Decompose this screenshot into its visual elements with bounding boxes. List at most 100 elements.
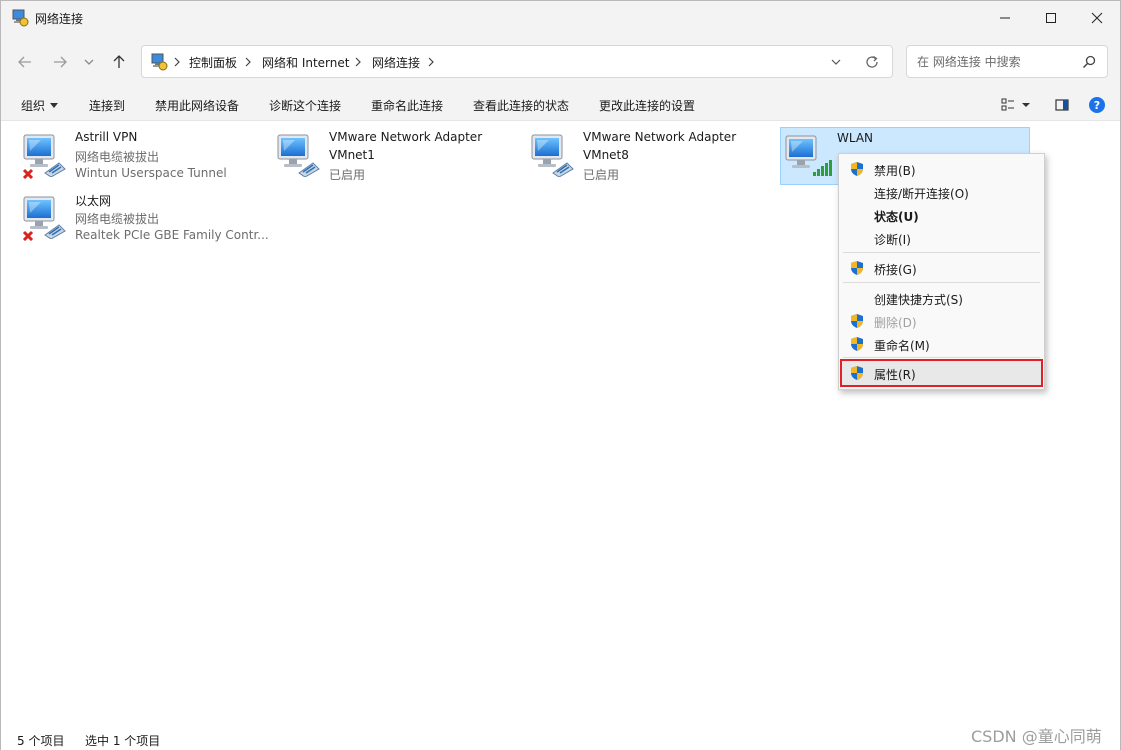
navigation-bar: 控制面板 网络和 Internet 网络连接	[1, 35, 1120, 89]
menu-item-diagnose[interactable]: 诊断(I)	[841, 227, 1042, 249]
connection-status: 网络电缆被拔出	[75, 212, 160, 226]
maximize-button[interactable]	[1028, 1, 1074, 35]
menu-item-label: 属性(R)	[874, 368, 916, 382]
minimize-button[interactable]	[982, 1, 1028, 35]
minimize-icon	[1000, 17, 1010, 19]
help-button[interactable]: ?	[1086, 95, 1108, 115]
connection-device: Realtek PCIe GBE Family Contr...	[75, 228, 269, 242]
caret-down-icon	[1022, 103, 1030, 107]
connection-name: VMware Network Adapter	[329, 130, 483, 144]
explorer-window: 网络连接 控制面板 网络和 Internet 网络连接 在 网络连接 中搜索 组…	[0, 0, 1121, 750]
menu-item-status[interactable]: 状态(U)	[841, 204, 1042, 226]
connection-item-ethernet[interactable]: 以太网 网络电缆被拔出 Realtek PCIe GBE Family Cont…	[19, 189, 269, 247]
arrow-left-icon	[18, 56, 31, 68]
organize-button[interactable]: 组织	[21, 97, 59, 114]
menu-item-label: 桥接(G)	[874, 263, 917, 277]
menu-item-label: 重命名(M)	[874, 339, 930, 353]
menu-item-delete: 删除(D)	[841, 310, 1042, 332]
close-icon	[1091, 12, 1103, 24]
connect-to-button[interactable]: 连接到	[89, 97, 125, 114]
preview-pane-button[interactable]	[1051, 95, 1073, 115]
connection-status: 已启用	[583, 168, 620, 182]
search-input[interactable]	[908, 47, 1078, 76]
status-bar: 5 个项目 选中 1 个项目	[1, 725, 1120, 750]
menu-item-properties[interactable]: 属性(R)	[840, 359, 1043, 387]
maximize-icon	[1046, 13, 1056, 23]
menu-item-label: 诊断(I)	[874, 233, 911, 247]
item-count: 5 个项目	[17, 734, 65, 748]
breadcrumb-network-internet[interactable]: 网络和 Internet	[262, 54, 349, 71]
change-settings-button[interactable]: 更改此连接的设置	[599, 97, 695, 114]
chevron-right-icon	[355, 57, 361, 67]
up-button[interactable]	[105, 48, 133, 76]
network-adapter-icon	[275, 131, 327, 179]
arrow-right-icon	[54, 56, 67, 68]
menu-separator	[843, 357, 1040, 358]
uac-shield-icon	[849, 365, 865, 381]
connection-name: Astrill VPN	[75, 130, 138, 144]
organize-label: 组织	[21, 99, 46, 113]
network-connections-icon	[12, 9, 29, 27]
menu-item-label: 连接/断开连接(O)	[874, 187, 969, 201]
connection-status: 网络电缆被拔出	[75, 150, 160, 164]
connection-name: WLAN	[837, 131, 874, 145]
connection-status: 已启用	[329, 168, 366, 182]
context-menu: 禁用(B) 连接/断开连接(O) 状态(U) 诊断(I) 桥接(G) 创建快捷方…	[838, 153, 1045, 390]
back-button[interactable]	[11, 48, 39, 76]
chevron-right-icon	[174, 57, 180, 67]
connection-name: 以太网	[75, 194, 112, 208]
close-button[interactable]	[1074, 1, 1120, 35]
menu-item-label: 状态(U)	[874, 210, 919, 224]
control-panel-icon	[151, 53, 168, 71]
connection-name: VMware Network Adapter	[583, 130, 737, 144]
network-adapter-icon	[529, 131, 581, 179]
recent-locations-button[interactable]	[77, 48, 101, 76]
breadcrumb-control-panel[interactable]: 控制面板	[189, 54, 237, 71]
view-status-button[interactable]: 查看此连接的状态	[473, 97, 569, 114]
caret-down-icon	[50, 103, 59, 108]
menu-separator	[843, 252, 1040, 253]
change-view-button[interactable]	[997, 95, 1019, 115]
menu-item-create-shortcut[interactable]: 创建快捷方式(S)	[841, 287, 1042, 309]
connection-device: Wintun Userspace Tunnel	[75, 166, 227, 180]
svg-text:?: ?	[1094, 99, 1100, 112]
address-bar[interactable]: 控制面板 网络和 Internet 网络连接	[141, 45, 893, 78]
menu-item-connect-disconnect[interactable]: 连接/断开连接(O)	[841, 181, 1042, 203]
disable-device-button[interactable]: 禁用此网络设备	[155, 97, 239, 114]
arrow-up-icon	[113, 55, 125, 68]
menu-item-label: 创建快捷方式(S)	[874, 293, 963, 307]
menu-separator	[843, 282, 1040, 283]
menu-item-label: 禁用(B)	[874, 164, 916, 178]
search-icon[interactable]	[1081, 54, 1097, 70]
title-bar: 网络连接	[1, 1, 1120, 35]
diagnose-button[interactable]: 诊断这个连接	[269, 97, 341, 114]
preview-pane-icon	[1055, 99, 1069, 111]
network-adapter-icon	[22, 131, 73, 179]
window-title: 网络连接	[35, 12, 84, 26]
chevron-down-icon	[84, 59, 94, 65]
refresh-icon[interactable]	[864, 54, 880, 70]
chevron-right-icon	[428, 57, 434, 67]
menu-item-disable[interactable]: 禁用(B)	[841, 158, 1042, 180]
uac-shield-icon	[849, 336, 865, 352]
network-adapter-icon	[22, 193, 73, 241]
menu-item-label: 删除(D)	[874, 316, 917, 330]
uac-shield-icon	[849, 161, 865, 177]
connection-item-vmnet8[interactable]: VMware Network Adapter VMnet8 已启用	[527, 127, 777, 185]
menu-item-bridge[interactable]: 桥接(G)	[841, 257, 1042, 279]
address-dropdown-icon[interactable]	[828, 54, 844, 70]
wireless-adapter-icon	[783, 132, 832, 176]
breadcrumb-network-connections[interactable]: 网络连接	[372, 54, 420, 71]
forward-button[interactable]	[46, 48, 74, 76]
connection-item-vmnet1[interactable]: VMware Network Adapter VMnet1 已启用	[273, 127, 523, 185]
help-icon: ?	[1089, 97, 1105, 113]
connection-name-line2: VMnet8	[583, 148, 629, 162]
rename-button[interactable]: 重命名此连接	[371, 97, 443, 114]
tiles-view-icon	[1001, 98, 1014, 111]
uac-shield-icon	[849, 313, 865, 329]
chevron-right-icon	[245, 57, 251, 67]
view-options-dropdown[interactable]	[1018, 95, 1034, 115]
watermark: CSDN @童心同萌	[971, 727, 1102, 746]
connection-item-astrill-vpn[interactable]: Astrill VPN 网络电缆被拔出 Wintun Userspace Tun…	[19, 127, 269, 185]
menu-item-rename[interactable]: 重命名(M)	[841, 333, 1042, 355]
